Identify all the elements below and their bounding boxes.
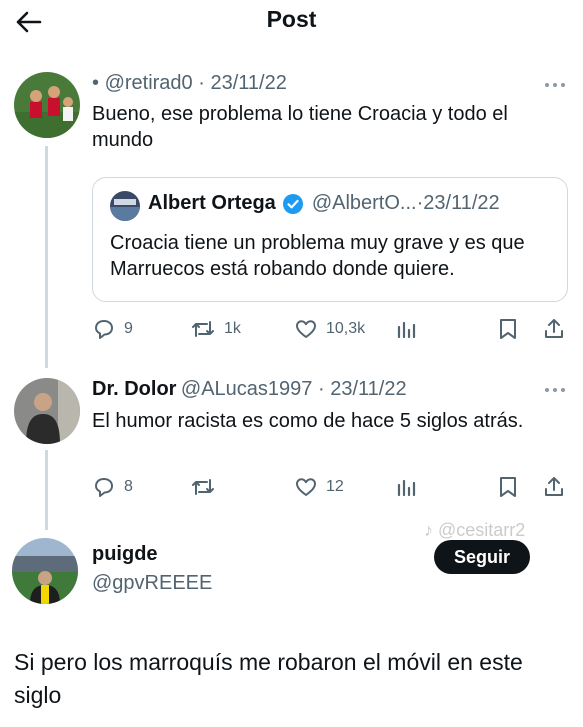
share-button[interactable] — [542, 316, 566, 342]
bookmark-icon — [500, 477, 516, 497]
post-handle[interactable]: @gpvREEEE — [92, 572, 212, 595]
like-button[interactable]: 12 — [294, 474, 344, 500]
tweet-meta: • @retirad0 · 23/11/22 — [92, 72, 287, 94]
tweet-author-name[interactable]: Dr. Dolor — [92, 378, 176, 400]
share-icon — [545, 319, 563, 338]
tweet-handle[interactable]: @retirad0 — [105, 72, 193, 94]
quoted-name: Albert Ortega — [148, 192, 276, 214]
views-button[interactable] — [396, 474, 418, 500]
like-icon — [296, 320, 316, 338]
quoted-date: 23/11/22 — [423, 192, 500, 214]
watermark-text: @cesitarr2 — [438, 520, 526, 540]
views-icon — [397, 321, 416, 339]
tiktok-icon: ♪ — [424, 520, 433, 540]
reply-button[interactable]: 8 — [92, 474, 133, 500]
tweet-text: Bueno, ese problema lo tiene Croacia y t… — [92, 103, 508, 151]
quoted-handle: @AlbertO... — [311, 192, 417, 214]
avatar[interactable] — [14, 72, 80, 138]
views-button[interactable] — [396, 316, 418, 342]
top-bar: Post — [0, 0, 583, 44]
like-button[interactable]: 10,3k — [294, 316, 365, 342]
repost-button[interactable]: 1k — [190, 316, 241, 342]
tweet-date[interactable]: 23/11/22 — [210, 72, 286, 94]
avatar-image — [14, 72, 80, 138]
post-author-name[interactable]: puigde — [92, 543, 158, 566]
quoted-meta: Albert Ortega @AlbertO... · 23/11/22 — [148, 192, 500, 214]
avatar[interactable] — [14, 378, 80, 444]
quoted-text: Croacia tiene un problema muy grave y es… — [110, 232, 525, 280]
avatar-image — [14, 378, 80, 444]
more-button[interactable] — [540, 380, 570, 400]
reply-count: 9 — [124, 320, 133, 337]
tweet-text: El humor racista es como de hace 5 siglo… — [92, 410, 524, 432]
reply-icon — [95, 320, 113, 339]
post-text: Si pero los marroquís me robaron el móvi… — [14, 649, 523, 708]
views-icon — [397, 479, 416, 497]
share-button[interactable] — [542, 474, 566, 500]
like-icon — [296, 478, 316, 496]
bookmark-button[interactable] — [498, 316, 518, 342]
watermark: ♪ @cesitarr2 — [424, 520, 525, 541]
reply-button[interactable]: 9 — [92, 316, 133, 342]
repost-count: 1k — [224, 320, 241, 337]
reply-count: 8 — [124, 478, 133, 495]
thread-line — [45, 146, 48, 368]
reply-icon — [95, 478, 113, 497]
more-icon — [545, 83, 565, 87]
more-button[interactable] — [540, 75, 570, 95]
more-icon — [545, 388, 565, 392]
tweet-handle[interactable]: @ALucas1997 — [181, 378, 313, 400]
like-count: 12 — [326, 478, 344, 495]
quoted-tweet[interactable]: Albert Ortega @AlbertO... · 23/11/22 Cro… — [92, 177, 568, 302]
avatar-image — [12, 538, 78, 604]
page-title: Post — [266, 6, 317, 32]
tweet-date[interactable]: 23/11/22 — [330, 378, 406, 400]
avatar[interactable] — [12, 538, 78, 604]
bookmark-button[interactable] — [498, 474, 518, 500]
verified-badge-icon — [282, 193, 303, 214]
thread-line — [45, 450, 48, 530]
like-count: 10,3k — [326, 320, 366, 337]
repost-icon — [192, 321, 214, 337]
quoted-avatar — [110, 191, 140, 221]
repost-button[interactable] — [190, 474, 224, 500]
bookmark-icon — [500, 319, 516, 339]
repost-icon — [192, 479, 214, 495]
tweet-meta: Dr. Dolor @ALucas1997 · 23/11/22 — [92, 378, 407, 400]
share-icon — [545, 477, 563, 496]
follow-button[interactable]: Seguir — [434, 540, 530, 574]
